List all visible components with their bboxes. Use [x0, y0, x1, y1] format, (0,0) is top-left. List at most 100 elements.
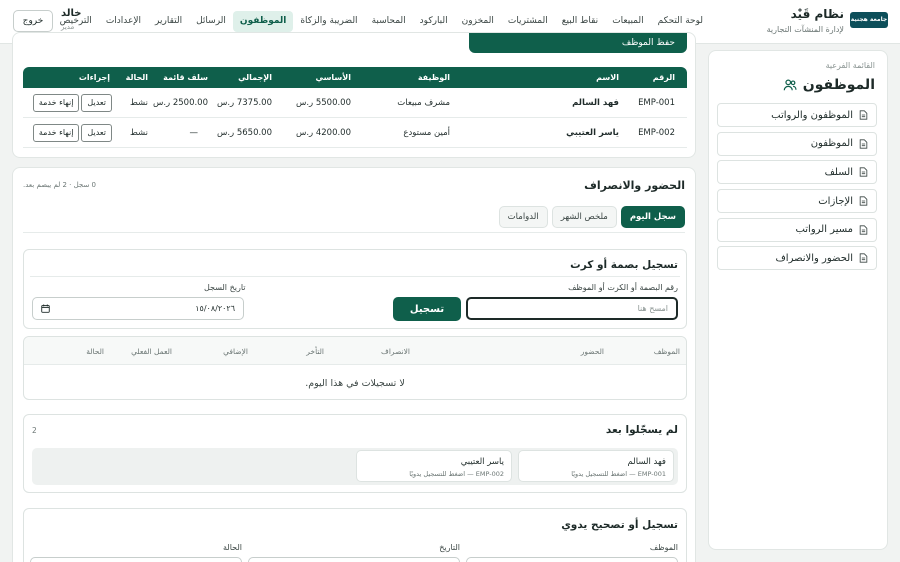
- col-basic: الأساسي: [282, 67, 357, 88]
- tabs-divider: [23, 232, 685, 233]
- cell-name: فهد السالم: [507, 88, 627, 118]
- attendance-card: الحضور والانصراف 0 سجل · 2 لم يبصم بعد. …: [12, 167, 696, 562]
- checkin-button[interactable]: تسجيل: [393, 297, 461, 321]
- cell-status: نشط: [112, 118, 152, 148]
- document-icon: [859, 196, 868, 206]
- sidebar: القائمة الفرعية الموظفون الموظفون والروا…: [708, 50, 888, 550]
- attendance-tabs: سجل اليوم ملخص الشهر الدوامات: [498, 206, 685, 228]
- sidebar-item-label: الحضور والانصراف: [775, 252, 853, 264]
- record-date-input[interactable]: ١٥/٠٨/٢٠٢٦: [32, 297, 244, 320]
- sidebar-menu: الموظفون والرواتب الموظفون السلف الإجازا…: [717, 103, 877, 275]
- edit-button[interactable]: تعديل: [81, 123, 112, 142]
- cell-advance: —: [152, 118, 212, 148]
- tab-today-log[interactable]: سجل اليوم: [620, 206, 685, 228]
- calendar-icon[interactable]: [41, 304, 50, 313]
- table-header-row: الرقم الاسم الوظيفة الأساسي الإجمالي سلف…: [23, 67, 687, 88]
- cell-job: مشرف مبيعات: [357, 88, 507, 118]
- sidebar-item-employees-payroll[interactable]: الموظفون والرواتب: [717, 103, 877, 127]
- main-nav: لوحة التحكم المبيعات نقاط البيع المشتريا…: [53, 11, 710, 32]
- cell-actions: تعديلإنهاء خدمة: [23, 88, 112, 118]
- tab-month-summary[interactable]: ملخص الشهر: [551, 206, 617, 228]
- nav-inventory[interactable]: المخزون: [455, 11, 501, 32]
- nav-reports[interactable]: التقارير: [148, 11, 189, 32]
- punch-panel: تسجيل بصمة أو كرت رقم البصمة أو الكرت أو…: [23, 249, 687, 329]
- col-job: الوظيفة: [357, 67, 507, 88]
- tab-shifts[interactable]: الدوامات: [498, 206, 548, 228]
- nav-accounting[interactable]: المحاسبة: [365, 11, 413, 32]
- brand[interactable]: جامعة هجنية نظام قَيْد لإدارة المنشآت ال…: [754, 6, 888, 38]
- col-status: الحالة: [112, 67, 152, 88]
- not-registered-count: 2: [32, 426, 37, 435]
- col-actual-work: العمل الفعلي: [131, 347, 172, 356]
- record-date-label: تاريخ السجل: [204, 283, 246, 292]
- document-icon: [859, 225, 868, 235]
- absent-employee-note: EMP-001 — اضغط للتسجيل يدويًا: [571, 470, 666, 478]
- nav-sales[interactable]: المبيعات: [605, 11, 650, 32]
- absent-employee-card[interactable]: ياسر العتيبي EMP-002 — اضغط للتسجيل يدوي…: [356, 450, 512, 482]
- col-late: التأخر: [306, 347, 324, 356]
- manual-status-select[interactable]: [30, 557, 242, 562]
- sidebar-subtitle: القائمة الفرعية: [825, 61, 875, 70]
- col-actions: إجراءات: [23, 67, 112, 88]
- sidebar-item-attendance[interactable]: الحضور والانصراف: [717, 246, 877, 271]
- manual-entry-title: تسجيل أو تصحيح يدوي: [561, 519, 678, 531]
- brand-logo: جامعة هجنية: [850, 12, 888, 28]
- document-icon: [859, 110, 868, 120]
- manual-entry-panel: تسجيل أو تصحيح يدوي الموظف التاريخ الحال…: [23, 508, 687, 562]
- user-info: خالد مدير: [61, 8, 82, 31]
- manual-employee-select[interactable]: [466, 557, 678, 562]
- sidebar-item-label: مسير الرواتب: [795, 224, 853, 236]
- nav-employees[interactable]: الموظفون: [232, 11, 294, 32]
- col-employee: الموظف: [653, 347, 680, 356]
- manual-date-input[interactable]: [248, 557, 460, 562]
- sidebar-item-payroll-run[interactable]: مسير الرواتب: [717, 217, 877, 242]
- user-name: خالد: [61, 8, 82, 19]
- edit-button[interactable]: تعديل: [81, 93, 112, 112]
- employees-card: حفظ الموظف الرقم الاسم الوظيفة الأساسي ا…: [12, 32, 696, 158]
- sidebar-item-label: السلف: [824, 166, 853, 178]
- brand-name: نظام قَيْد: [790, 7, 844, 21]
- attendance-title: الحضور والانصراف: [584, 179, 685, 192]
- users-icon: [783, 79, 797, 91]
- sidebar-title: الموظفون: [783, 77, 875, 93]
- cell-total: 5650.00 ر.س: [212, 118, 282, 148]
- brand-subtitle: لإدارة المنشآت التجارية: [766, 25, 844, 34]
- empty-state-text: لا تسجيلات في هذا اليوم.: [305, 378, 405, 389]
- terminate-button[interactable]: إنهاء خدمة: [32, 93, 80, 112]
- terminate-button[interactable]: إنهاء خدمة: [32, 123, 80, 142]
- save-employee-button[interactable]: حفظ الموظف: [469, 33, 687, 53]
- punch-title: تسجيل بصمة أو كرت: [570, 259, 678, 271]
- cell-advance: 2500.00 ر.س: [152, 88, 212, 118]
- logout-button[interactable]: خروج: [13, 10, 53, 32]
- absent-employee-card[interactable]: فهد السالم EMP-001 — اضغط للتسجيل يدويًا: [518, 450, 674, 482]
- nav-dashboard[interactable]: لوحة التحكم: [651, 11, 710, 32]
- manual-status-label: الحالة: [223, 543, 242, 552]
- cell-basic: 4200.00 ر.س: [282, 118, 357, 148]
- nav-settings[interactable]: الإعدادات: [99, 11, 148, 32]
- attendance-log-table: الموظف الحضور الانصراف التأخر الإضافي ال…: [23, 336, 687, 400]
- nav-tax-zakat[interactable]: الضريبة والزكاة: [293, 11, 364, 32]
- sidebar-item-advances[interactable]: السلف: [717, 160, 877, 185]
- sidebar-item-employees[interactable]: الموظفون: [717, 131, 877, 156]
- col-name: الاسم: [507, 67, 627, 88]
- scan-input[interactable]: [466, 297, 678, 320]
- employees-table: الرقم الاسم الوظيفة الأساسي الإجمالي سلف…: [23, 67, 687, 148]
- cell-status: نشط: [112, 88, 152, 118]
- panel-divider: [30, 276, 680, 277]
- table-row: EMP-001 فهد السالم مشرف مبيعات 5500.00 ر…: [23, 88, 687, 118]
- attendance-summary: 0 سجل · 2 لم يبصم بعد.: [23, 181, 97, 189]
- nav-barcode[interactable]: الباركود: [413, 11, 455, 32]
- document-icon: [859, 139, 868, 149]
- scan-input-label: رقم البصمة أو الكرت أو الموظف: [568, 283, 678, 292]
- manual-employee-label: الموظف: [649, 543, 678, 552]
- nav-pos[interactable]: نقاط البيع: [555, 11, 605, 32]
- nav-purchases[interactable]: المشتريات: [501, 11, 555, 32]
- absent-employee-name: فهد السالم: [627, 457, 666, 467]
- cell-actions: تعديلإنهاء خدمة: [23, 118, 112, 148]
- sidebar-item-label: الإجازات: [818, 195, 853, 207]
- sidebar-item-leaves[interactable]: الإجازات: [717, 189, 877, 214]
- document-icon: [859, 167, 868, 177]
- nav-messages[interactable]: الرسائل: [189, 11, 233, 32]
- cell-id: EMP-002: [627, 118, 687, 148]
- col-overtime: الإضافي: [223, 347, 248, 356]
